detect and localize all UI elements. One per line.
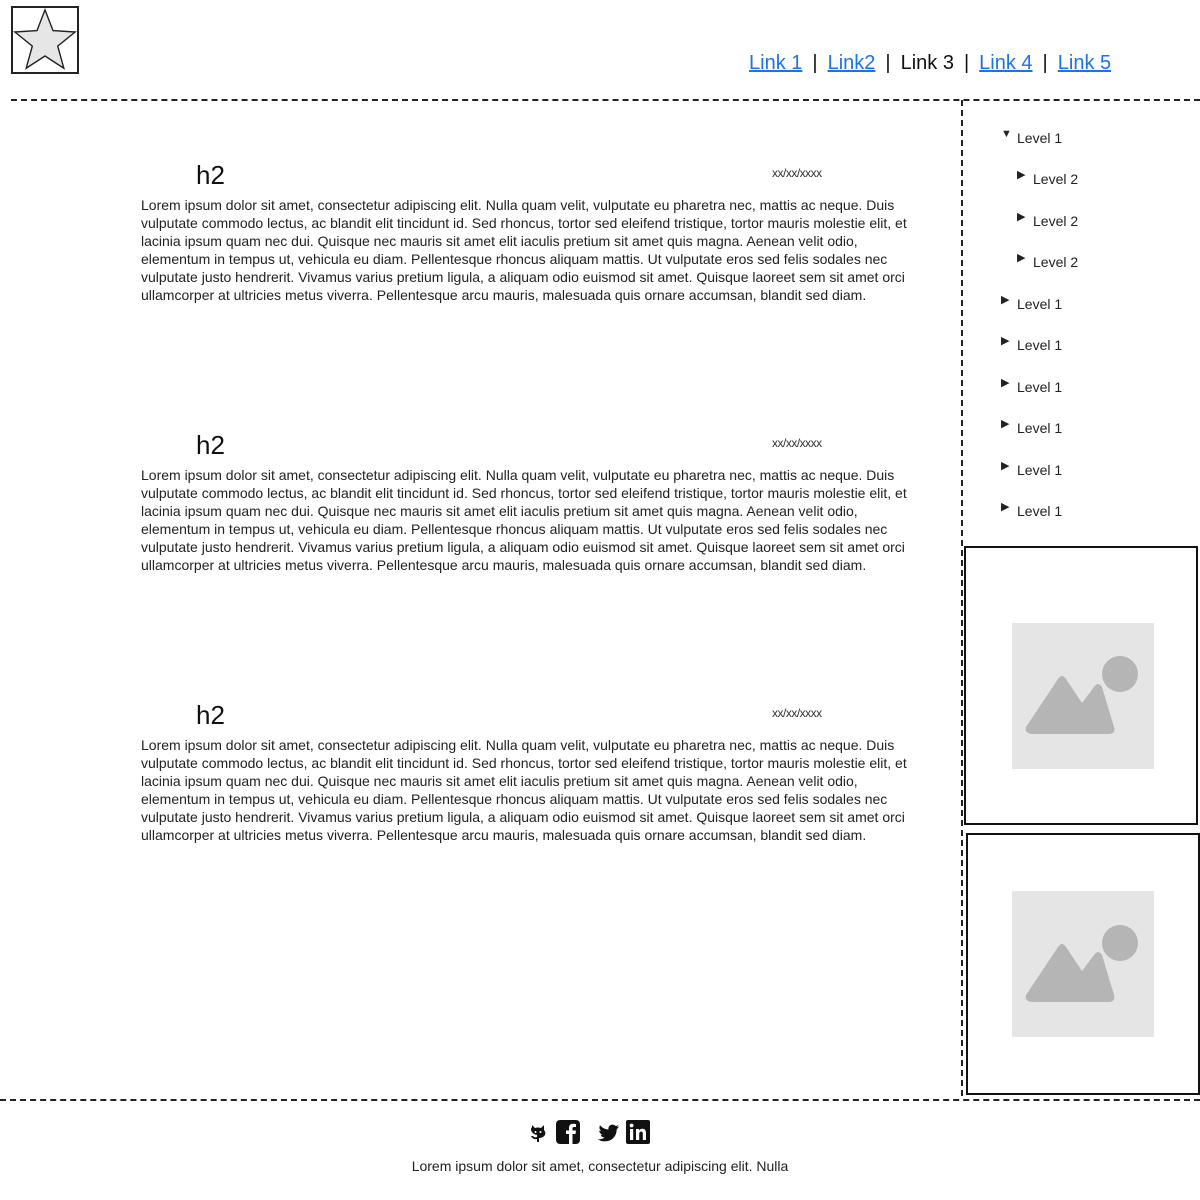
article-heading: h2 [196,700,225,730]
tree-item-label: Level 2 [1033,171,1079,187]
caret-right-icon[interactable]: ▶ [1001,335,1013,347]
caret-right-icon[interactable]: ▶ [1017,252,1029,264]
tree-item-level-1[interactable]: ▼ Level 1 [1001,128,1063,146]
header-divider [11,99,1200,101]
twitter-icon[interactable] [596,1124,620,1152]
article-date: xx/xx/xxxx [772,706,822,720]
caret-right-icon[interactable]: ▶ [1001,501,1013,513]
sidebar-image-box[interactable] [966,833,1200,1095]
article-heading: h2 [196,430,225,460]
github-icon[interactable] [527,1122,549,1150]
tree-item-label: Level 1 [1017,130,1063,146]
nav-link-3-current[interactable]: Link 3 [901,52,954,75]
caret-right-icon[interactable]: ▶ [1017,169,1029,181]
tree-item-label: Level 1 [1017,379,1063,395]
nav-separator: | [1042,51,1048,74]
facebook-icon[interactable] [556,1120,580,1148]
top-navigation: Link 1 | Link2 | Link 3 | Link 4 | Link … [749,50,1111,76]
article-heading: h2 [196,160,225,190]
tree-item-level-1[interactable]: ▶ Level 1 [1001,418,1063,436]
tree-item-label: Level 2 [1033,254,1079,270]
tree-item-label: Level 1 [1017,337,1063,353]
nav-link-2[interactable]: Link2 [828,52,876,75]
image-placeholder-icon [1012,623,1154,769]
tree-item-level-1[interactable]: ▶ Level 1 [1001,460,1063,478]
tree-item-label: Level 1 [1017,503,1063,519]
footer-text: Lorem ipsum dolor sit amet, consectetur … [411,1158,789,1174]
footer-divider [0,1099,1200,1101]
image-placeholder-icon [1012,891,1154,1037]
sidebar-divider [961,100,963,1096]
linkedin-icon[interactable] [626,1120,650,1148]
article-body: Lorem ipsum dolor sit amet, consectetur … [141,197,907,303]
tree-item-label: Level 1 [1017,296,1063,312]
article-date: xx/xx/xxxx [772,166,822,180]
tree-item-label: Level 1 [1017,420,1063,436]
caret-down-icon[interactable]: ▼ [1001,128,1013,140]
logo[interactable] [11,6,79,74]
nav-separator: | [885,51,891,74]
tree-item-level-2[interactable]: ▶ Level 2 [1017,252,1079,270]
article-body: Lorem ipsum dolor sit amet, consectetur … [141,737,907,843]
tree-item-level-1[interactable]: ▶ Level 1 [1001,335,1063,353]
tree-item-label: Level 2 [1033,213,1079,229]
caret-right-icon[interactable]: ▶ [1001,377,1013,389]
star-icon [13,8,77,70]
tree-item-level-1[interactable]: ▶ Level 1 [1001,377,1063,395]
nav-separator: | [812,51,818,74]
tree-item-level-2[interactable]: ▶ Level 2 [1017,169,1079,187]
caret-right-icon[interactable]: ▶ [1001,418,1013,430]
nav-link-1[interactable]: Link 1 [749,52,802,75]
article-body: Lorem ipsum dolor sit amet, consectetur … [141,467,907,573]
tree-item-level-2[interactable]: ▶ Level 2 [1017,211,1079,229]
nav-separator: | [963,51,970,74]
article-date: xx/xx/xxxx [772,436,822,450]
caret-right-icon[interactable]: ▶ [1001,460,1013,472]
tree-item-level-1[interactable]: ▶ Level 1 [1001,294,1063,312]
nav-link-4[interactable]: Link 4 [979,52,1032,75]
tree-item-level-1[interactable]: ▶ Level 1 [1001,501,1063,519]
tree-item-label: Level 1 [1017,462,1063,478]
sidebar-image-box[interactable] [964,546,1198,825]
caret-right-icon[interactable]: ▶ [1001,294,1013,306]
caret-right-icon[interactable]: ▶ [1017,211,1029,223]
nav-link-5[interactable]: Link 5 [1058,52,1111,75]
